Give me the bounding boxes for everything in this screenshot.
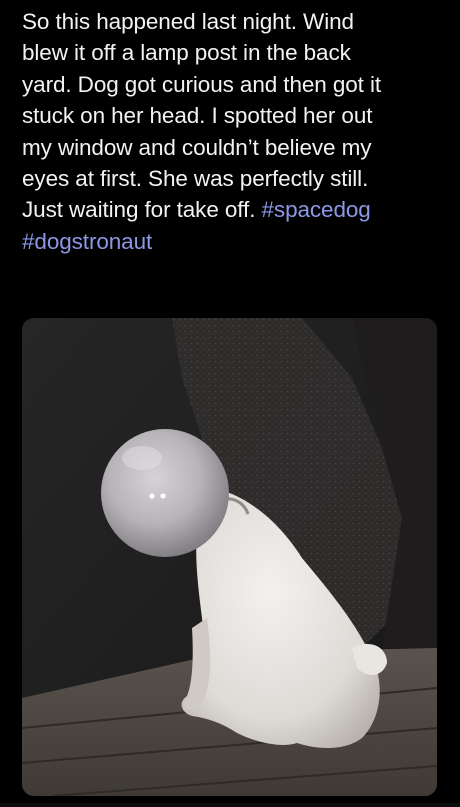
tweet-text: So this happened last night. Wind blew i…	[22, 6, 447, 257]
tweet-line: yard. Dog got curious and then got it	[22, 71, 382, 97]
tweet-line: my window and couldn’t believe my	[22, 134, 372, 160]
tweet-line-text: Just waiting for take off.	[22, 197, 262, 223]
hashtag-dogstronaut-link[interactable]: #dogstronaut	[22, 229, 152, 254]
divider	[0, 803, 460, 807]
dog-with-lamp-globe-image	[22, 318, 437, 796]
tweet-line: blew it off a lamp post in the back	[22, 40, 351, 66]
tweet-line: #dogstronaut	[22, 226, 447, 257]
dog-eye	[149, 493, 155, 499]
tweet-line: So this happened last night. Wind	[22, 9, 354, 34]
lamp-globe	[101, 429, 229, 557]
tweet-line: Just waiting for take off. #spacedog	[22, 194, 447, 225]
globe-highlight	[122, 446, 162, 470]
tweet-photo[interactable]	[22, 318, 437, 796]
tweet-line: stuck on her head. I spotted her out	[22, 103, 373, 129]
tweet-line: eyes at first. She was perfectly still.	[22, 166, 369, 192]
dog-eye	[160, 493, 166, 499]
hashtag-spacedog-link[interactable]: #spacedog	[262, 197, 371, 222]
tweet: So this happened last night. Wind blew i…	[0, 0, 460, 807]
